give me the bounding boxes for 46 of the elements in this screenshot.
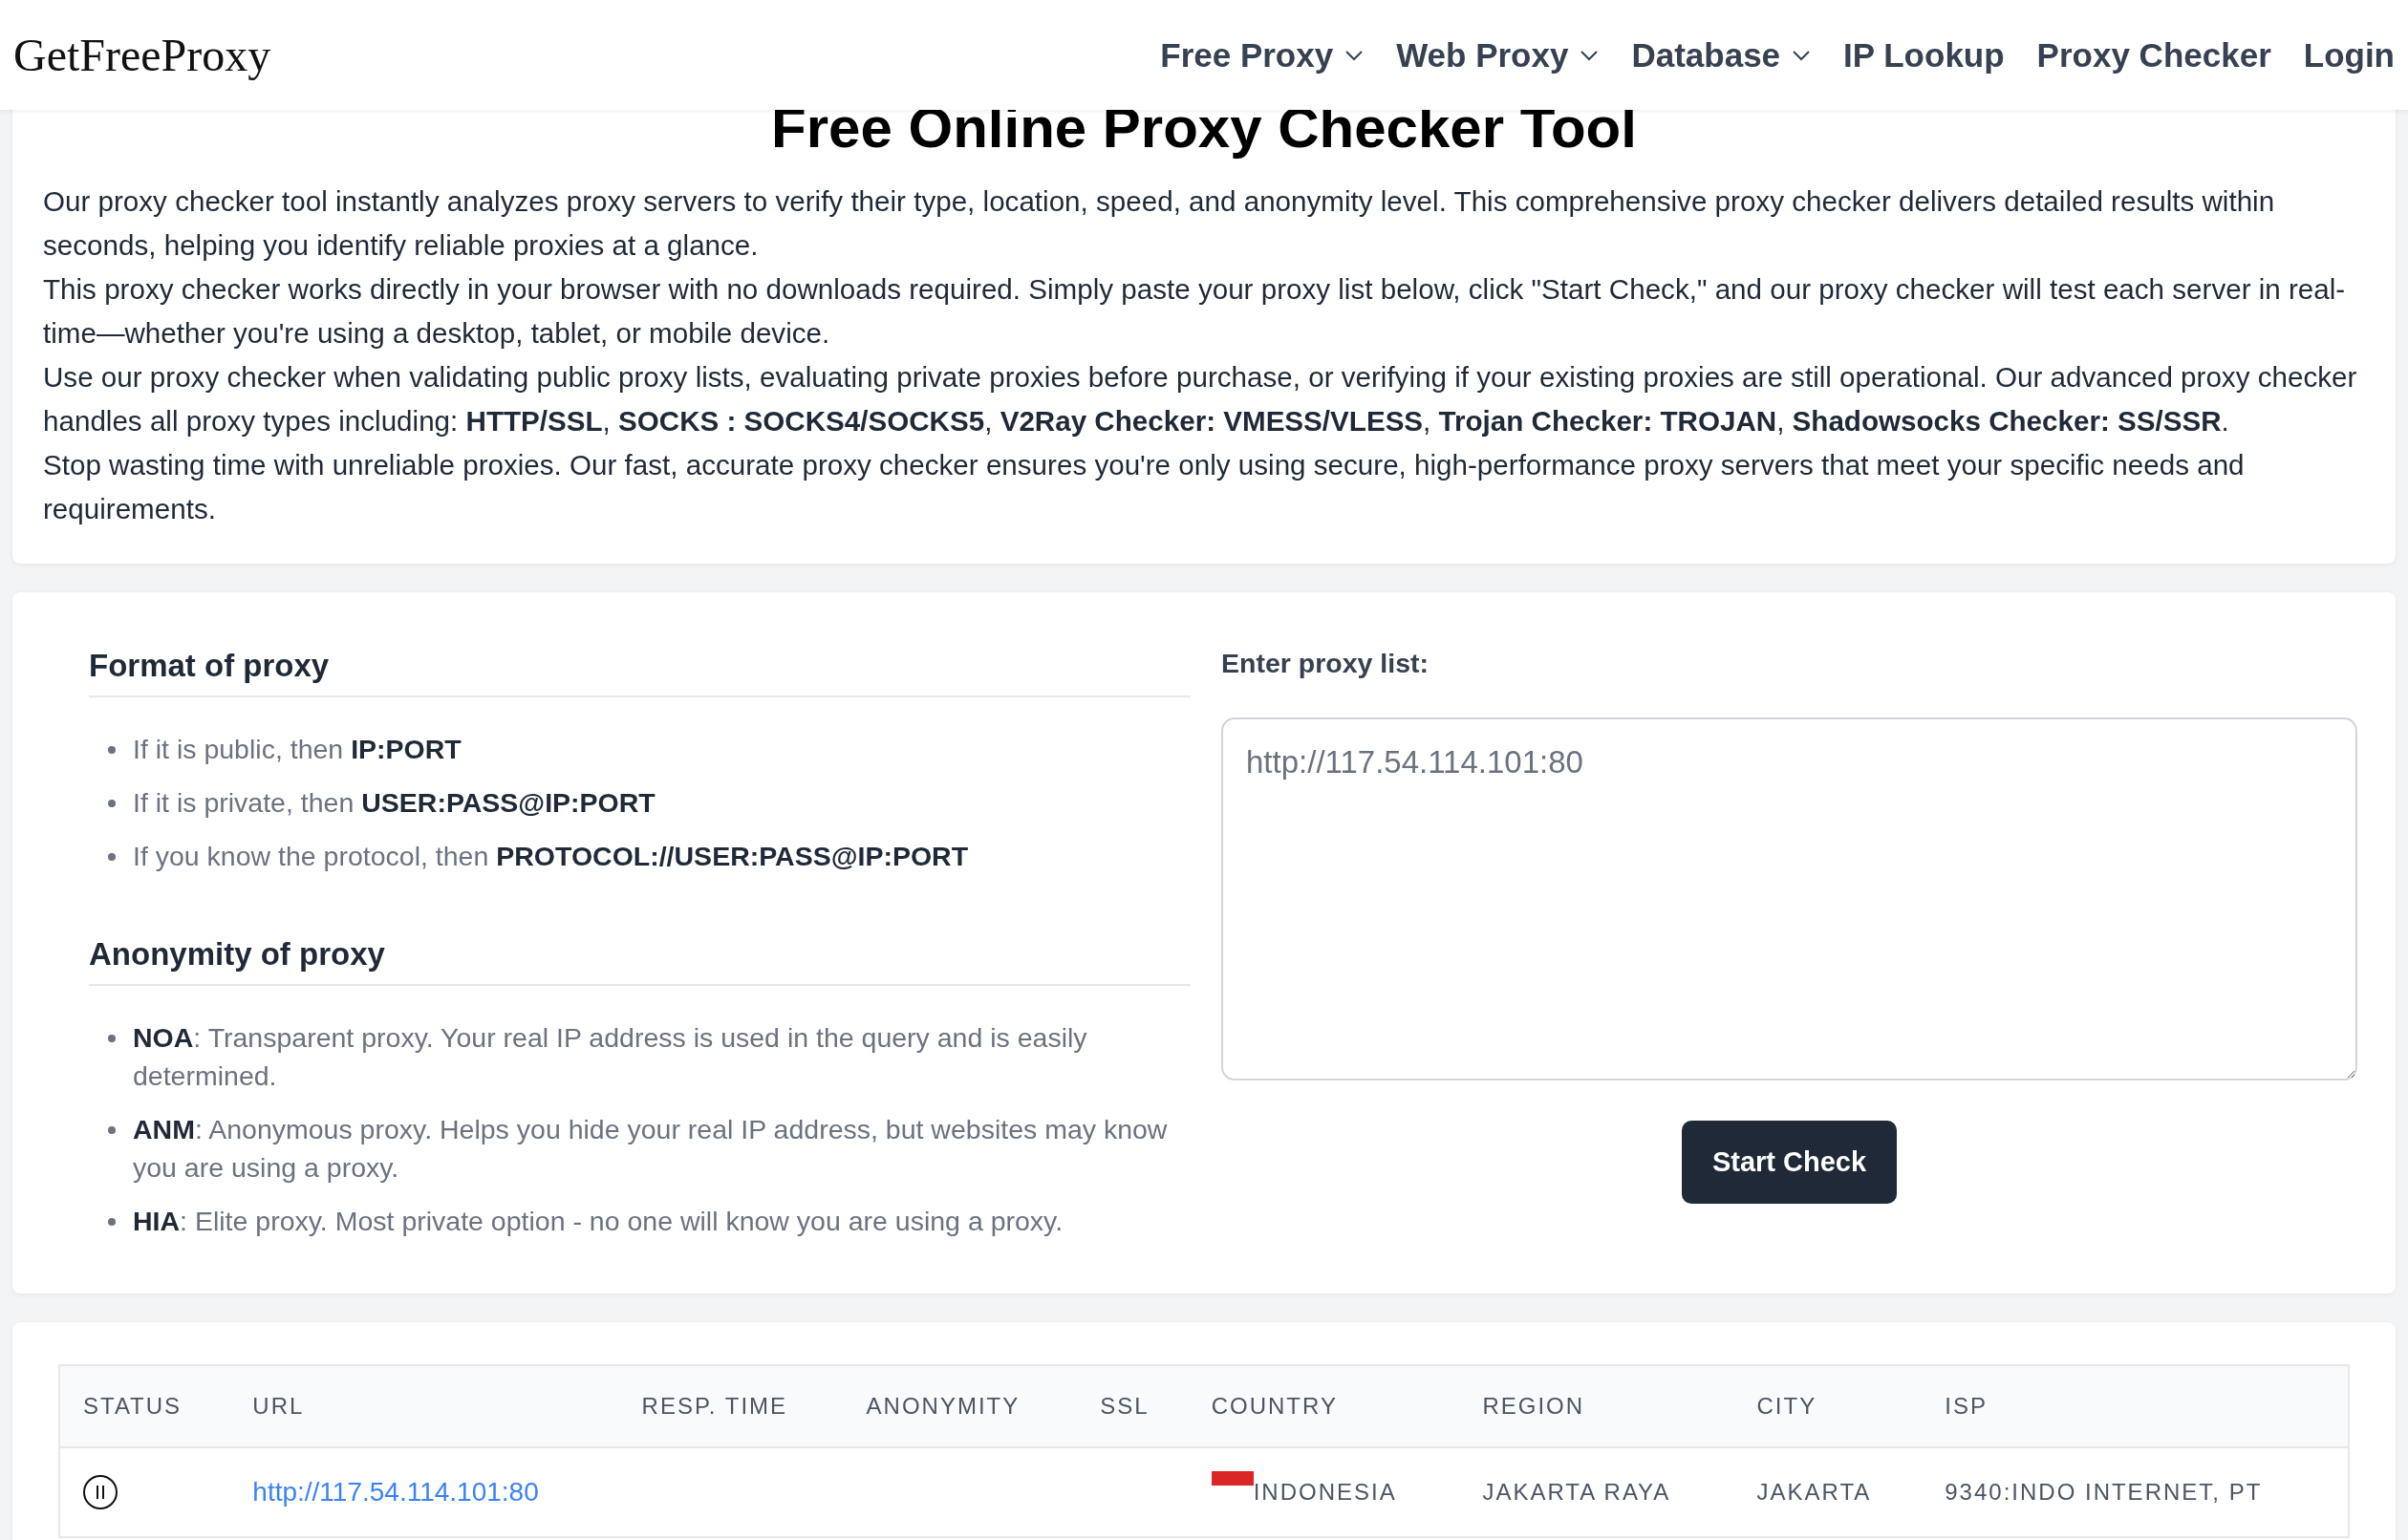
paragraph: Stop wasting time with unreliable proxies. Our fast, accurate proxy checker ensures you're only using secure, high-performance proxy servers that meet your specific needs and requirements. <box>43 448 2246 526</box>
column-header: SSL <box>1077 1365 1189 1447</box>
column-header: ANONYMITY <box>843 1365 1078 1447</box>
nav-link[interactable]: IP Lookup <box>1843 35 2005 75</box>
pause-icon[interactable] <box>83 1475 118 1509</box>
column-header: ISP <box>1922 1365 2349 1447</box>
nav-link[interactable]: Proxy Checker <box>2036 35 2271 75</box>
table-cell: INDONESIA <box>1253 1479 1397 1505</box>
proxy-list-field[interactable]: http://117.54.114.101:80 <box>1221 717 2357 1080</box>
list-item: ANM: Anonymous proxy. Helps you hide your real IP address, but websites may know you are using a proxy. <box>133 1113 1169 1185</box>
start-check-button[interactable]: Start Check <box>1681 1121 1898 1204</box>
column-header: URL <box>229 1365 619 1447</box>
site-logo[interactable]: GetFreeProxy <box>13 29 271 81</box>
bullet-icon <box>108 746 116 754</box>
column-header: COUNTRY <box>1188 1365 1460 1447</box>
list-item: HIA: Elite proxy. Most private option - no one will know you are using a proxy. <box>133 1205 1064 1238</box>
bullet-icon <box>108 1035 116 1042</box>
section-heading: Format of proxy <box>89 636 1191 697</box>
bullet-icon <box>108 800 116 807</box>
paragraph: Use our proxy checker when validating public proxy lists, evaluating private proxies before purchase, or verifying if your existing proxies are still operational. Our advanced proxy checker handles all proxy types including: HTTP/SSL, SOCKS : SOCKS4/SOCKS5, V2Ray Checker: VMESS/VLESS, Trojan Checker: TROJAN, Shadowsocks Checker: SS/SSR. <box>43 360 2358 438</box>
list-item: If you know the protocol, then PROTOCOL://USER:PASS@IP:PORT <box>133 840 969 873</box>
paragraph: This proxy checker works directly in your browser with no downloads required. Simply paste your proxy list below, click "Start Check," and our proxy checker will test each server in real-time—whether you're using a desktop, tablet, or mobile device. <box>43 272 2347 351</box>
bullet-icon <box>108 1126 116 1134</box>
column-header: REGION <box>1459 1365 1734 1447</box>
nav-link[interactable]: Free Proxy <box>1160 35 1365 75</box>
bullet-icon <box>108 853 116 861</box>
nav-link[interactable]: Login <box>2303 35 2395 75</box>
table-cell: JAKARTA RAYA <box>1459 1447 1734 1537</box>
nav-link[interactable]: Database <box>1631 35 1812 75</box>
section-heading: Anonymity of proxy <box>89 925 1191 986</box>
chevron-down-icon <box>1580 49 1600 61</box>
column-header: CITY <box>1733 1365 1923 1447</box>
list-item: If it is private, then USER:PASS@IP:PORT <box>133 786 656 820</box>
nav-link[interactable]: Web Proxy <box>1396 35 1600 75</box>
chevron-down-icon <box>1792 49 1812 61</box>
list-item: If it is public, then IP:PORT <box>133 733 462 766</box>
column-header: STATUS <box>59 1365 230 1447</box>
bullet-icon <box>108 1218 116 1226</box>
chevron-down-icon <box>1344 49 1365 61</box>
paragraph: Our proxy checker tool instantly analyzes proxy servers to verify their type, location, speed, and anonymity level. This comprehensive proxy checker delivers detailed results within seconds, helping you identify reliable proxies at a glance. <box>43 184 2276 263</box>
table-cell: JAKARTA <box>1733 1447 1923 1537</box>
proxy-link[interactable]: http://117.54.114.101:80 <box>252 1477 539 1507</box>
list-item: NOA: Transparent proxy. Your real IP address is used in the query and is easily determined. <box>133 1021 1088 1093</box>
table-cell: 9340:INDO INTERNET, PT <box>1922 1447 2349 1537</box>
column-header: RESP. TIME <box>618 1365 844 1447</box>
field-label: Enter proxy list: <box>1221 648 1430 679</box>
